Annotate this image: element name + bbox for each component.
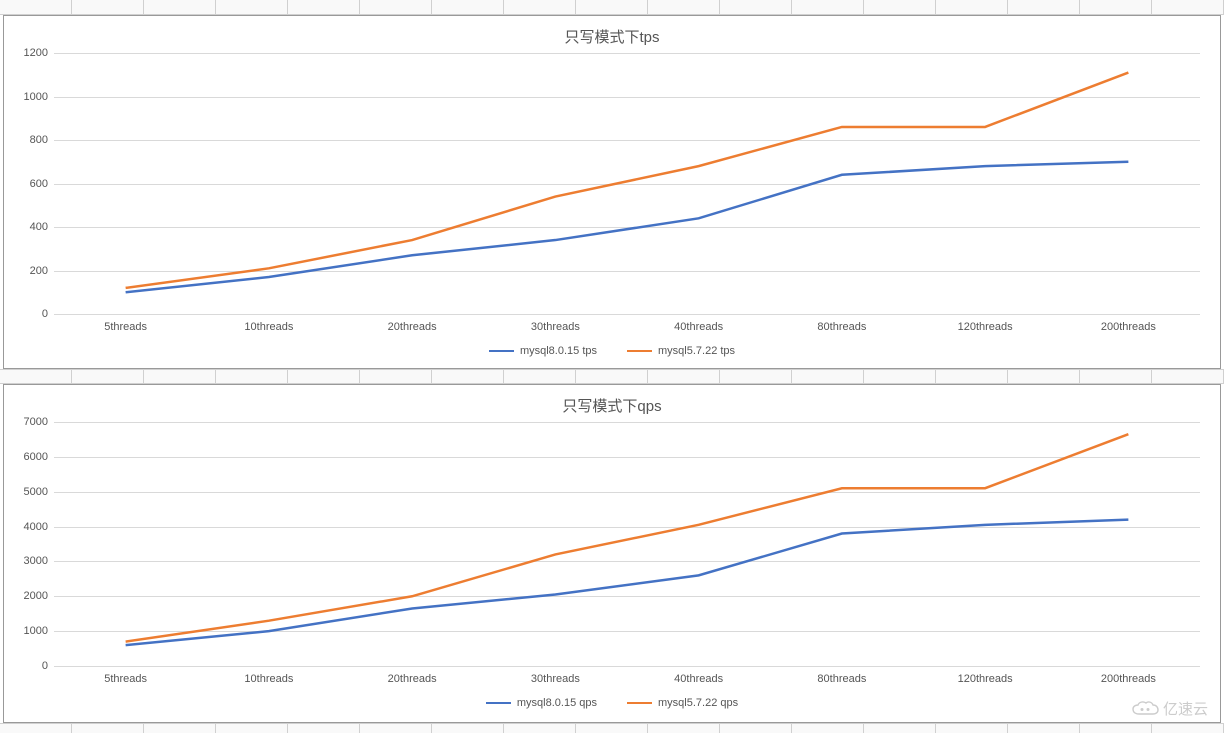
x-tick-label: 10threads: [197, 321, 340, 333]
y-tick-label: 200: [16, 265, 48, 277]
x-axis: 5threads10threads20threads30threads40thr…: [54, 673, 1200, 685]
legend: mysql8.0.15 tps mysql5.7.22 tps: [16, 345, 1208, 357]
y-tick-label: 800: [16, 134, 48, 146]
plot-area: 01000200030004000500060007000: [54, 422, 1200, 667]
x-tick-label: 5threads: [54, 673, 197, 685]
y-tick-label: 1000: [16, 625, 48, 637]
y-tick-label: 600: [16, 178, 48, 190]
x-tick-label: 20threads: [341, 673, 484, 685]
spreadsheet-row-top: [0, 0, 1224, 15]
x-tick-label: 200threads: [1057, 673, 1200, 685]
x-axis: 5threads10threads20threads30threads40thr…: [54, 321, 1200, 333]
legend-label: mysql8.0.15 tps: [520, 345, 597, 357]
x-tick-label: 80threads: [770, 673, 913, 685]
x-tick-label: 40threads: [627, 321, 770, 333]
x-tick-label: 120threads: [914, 321, 1057, 333]
y-tick-label: 4000: [16, 521, 48, 533]
legend: mysql8.0.15 qps mysql5.7.22 qps: [16, 697, 1208, 709]
legend-item: mysql5.7.22 qps: [627, 697, 738, 709]
x-tick-label: 80threads: [770, 321, 913, 333]
x-tick-label: 30threads: [484, 673, 627, 685]
spreadsheet-row-bottom: [0, 723, 1224, 733]
chart-title: 只写模式下qps: [16, 395, 1208, 416]
plot-area: 020040060080010001200: [54, 53, 1200, 315]
x-tick-label: 5threads: [54, 321, 197, 333]
tps-chart: 只写模式下tps0200400600800100012005threads10t…: [3, 15, 1221, 369]
y-tick-label: 1200: [16, 47, 48, 59]
qps-chart: 只写模式下qps010002000300040005000600070005th…: [3, 384, 1221, 723]
legend-item: mysql8.0.15 qps: [486, 697, 597, 709]
legend-swatch: [627, 350, 652, 353]
y-tick-label: 7000: [16, 416, 48, 428]
y-tick-label: 5000: [16, 486, 48, 498]
x-tick-label: 40threads: [627, 673, 770, 685]
legend-swatch: [627, 702, 652, 705]
x-tick-label: 30threads: [484, 321, 627, 333]
y-tick-label: 0: [16, 308, 48, 320]
legend-label: mysql8.0.15 qps: [517, 697, 597, 709]
x-tick-label: 200threads: [1057, 321, 1200, 333]
series-line: [126, 434, 1129, 641]
y-tick-label: 3000: [16, 555, 48, 567]
legend-label: mysql5.7.22 qps: [658, 697, 738, 709]
legend-item: mysql8.0.15 tps: [489, 345, 597, 357]
x-tick-label: 120threads: [914, 673, 1057, 685]
legend-swatch: [489, 350, 514, 353]
y-tick-label: 0: [16, 660, 48, 672]
y-tick-label: 400: [16, 221, 48, 233]
y-tick-label: 6000: [16, 451, 48, 463]
legend-label: mysql5.7.22 tps: [658, 345, 735, 357]
y-tick-label: 2000: [16, 590, 48, 602]
y-tick-label: 1000: [16, 91, 48, 103]
x-tick-label: 20threads: [341, 321, 484, 333]
spreadsheet-row-middle: [0, 369, 1224, 384]
x-tick-label: 10threads: [197, 673, 340, 685]
series-line: [126, 73, 1129, 288]
legend-swatch: [486, 702, 511, 705]
legend-item: mysql5.7.22 tps: [627, 345, 735, 357]
chart-title: 只写模式下tps: [16, 26, 1208, 47]
